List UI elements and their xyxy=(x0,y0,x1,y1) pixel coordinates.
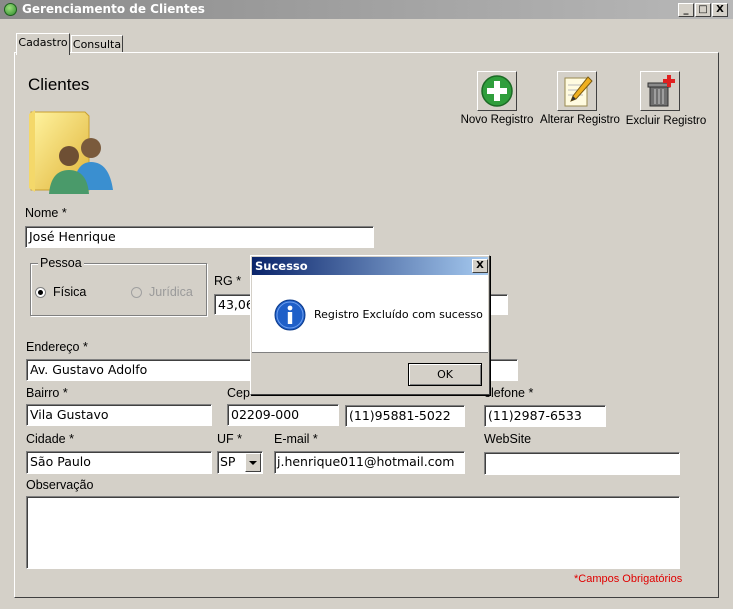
cidade-input[interactable]: São Paulo xyxy=(26,451,212,474)
pessoa-label: Pessoa xyxy=(38,256,84,270)
uf-dropdown-button[interactable] xyxy=(245,453,261,472)
website-label: WebSite xyxy=(484,432,532,446)
minimize-button[interactable]: _ xyxy=(678,3,694,17)
fisica-label[interactable]: Física xyxy=(53,285,86,299)
novo-registro-label: Novo Registro xyxy=(460,114,534,126)
dialog-body: Registro Excluído com sucesso xyxy=(252,275,488,353)
page-title: Clientes xyxy=(28,75,90,94)
cep-label: Cep xyxy=(227,386,250,400)
dialog-title-bar[interactable]: Sucesso X xyxy=(252,257,488,275)
website-input[interactable] xyxy=(484,452,680,475)
email-input[interactable]: j.henrique011@hotmail.com xyxy=(274,451,465,474)
excluir-registro-button[interactable] xyxy=(640,71,680,111)
nome-input[interactable]: José Henrique xyxy=(25,226,374,248)
chevron-down-icon xyxy=(249,461,257,465)
cidade-label: Cidade * xyxy=(26,432,74,446)
close-button[interactable]: X xyxy=(712,3,728,17)
cep-input[interactable]: 02209-000 xyxy=(227,404,339,426)
bairro-input[interactable]: Vila Gustavo xyxy=(26,404,212,426)
observacao-textarea[interactable] xyxy=(26,496,680,569)
required-fields-note: *Campos Obrigatórios xyxy=(574,573,683,585)
excluir-registro-label: Excluir Registro xyxy=(625,115,707,127)
tab-cadastro[interactable]: Cadastro xyxy=(16,33,70,55)
edit-icon xyxy=(564,76,593,107)
alterar-registro-button[interactable] xyxy=(557,71,597,111)
uf-value: SP xyxy=(220,454,236,469)
bairro-label: Bairro * xyxy=(26,386,68,400)
success-dialog: Sucesso X Registro Excluído com sucesso … xyxy=(250,255,490,395)
email-label: E-mail * xyxy=(274,432,318,446)
celular-input[interactable]: (11)95881-5022 xyxy=(345,405,465,427)
dialog-close-button[interactable]: X xyxy=(472,259,488,273)
observacao-label: Observação xyxy=(26,478,94,492)
juridica-radio[interactable] xyxy=(131,287,142,298)
novo-registro-button[interactable] xyxy=(477,71,517,111)
window-title-bar[interactable]: Gerenciamento de Clientes _ □ X xyxy=(0,0,733,19)
ok-button[interactable]: OK xyxy=(408,363,482,386)
juridica-label[interactable]: Jurídica xyxy=(149,285,193,299)
add-icon xyxy=(481,75,513,107)
rg-label: RG * xyxy=(214,274,242,288)
trash-icon xyxy=(647,75,675,107)
nome-label: Nome * xyxy=(25,206,67,220)
clients-icon xyxy=(27,108,119,194)
telefone-input[interactable]: (11)2987-6533 xyxy=(484,405,606,427)
fisica-radio[interactable] xyxy=(35,287,46,298)
telefone-label: elefone * xyxy=(484,386,534,400)
info-icon xyxy=(274,299,306,331)
app-icon xyxy=(4,3,17,16)
dialog-message: Registro Excluído com sucesso xyxy=(314,308,483,321)
dialog-title: Sucesso xyxy=(255,259,308,273)
uf-label: UF * xyxy=(217,432,242,446)
endereco-label: Endereço * xyxy=(26,340,88,354)
window-title: Gerenciamento de Clientes xyxy=(22,2,205,16)
alterar-registro-label: Alterar Registro xyxy=(540,114,620,126)
maximize-button[interactable]: □ xyxy=(695,3,711,17)
